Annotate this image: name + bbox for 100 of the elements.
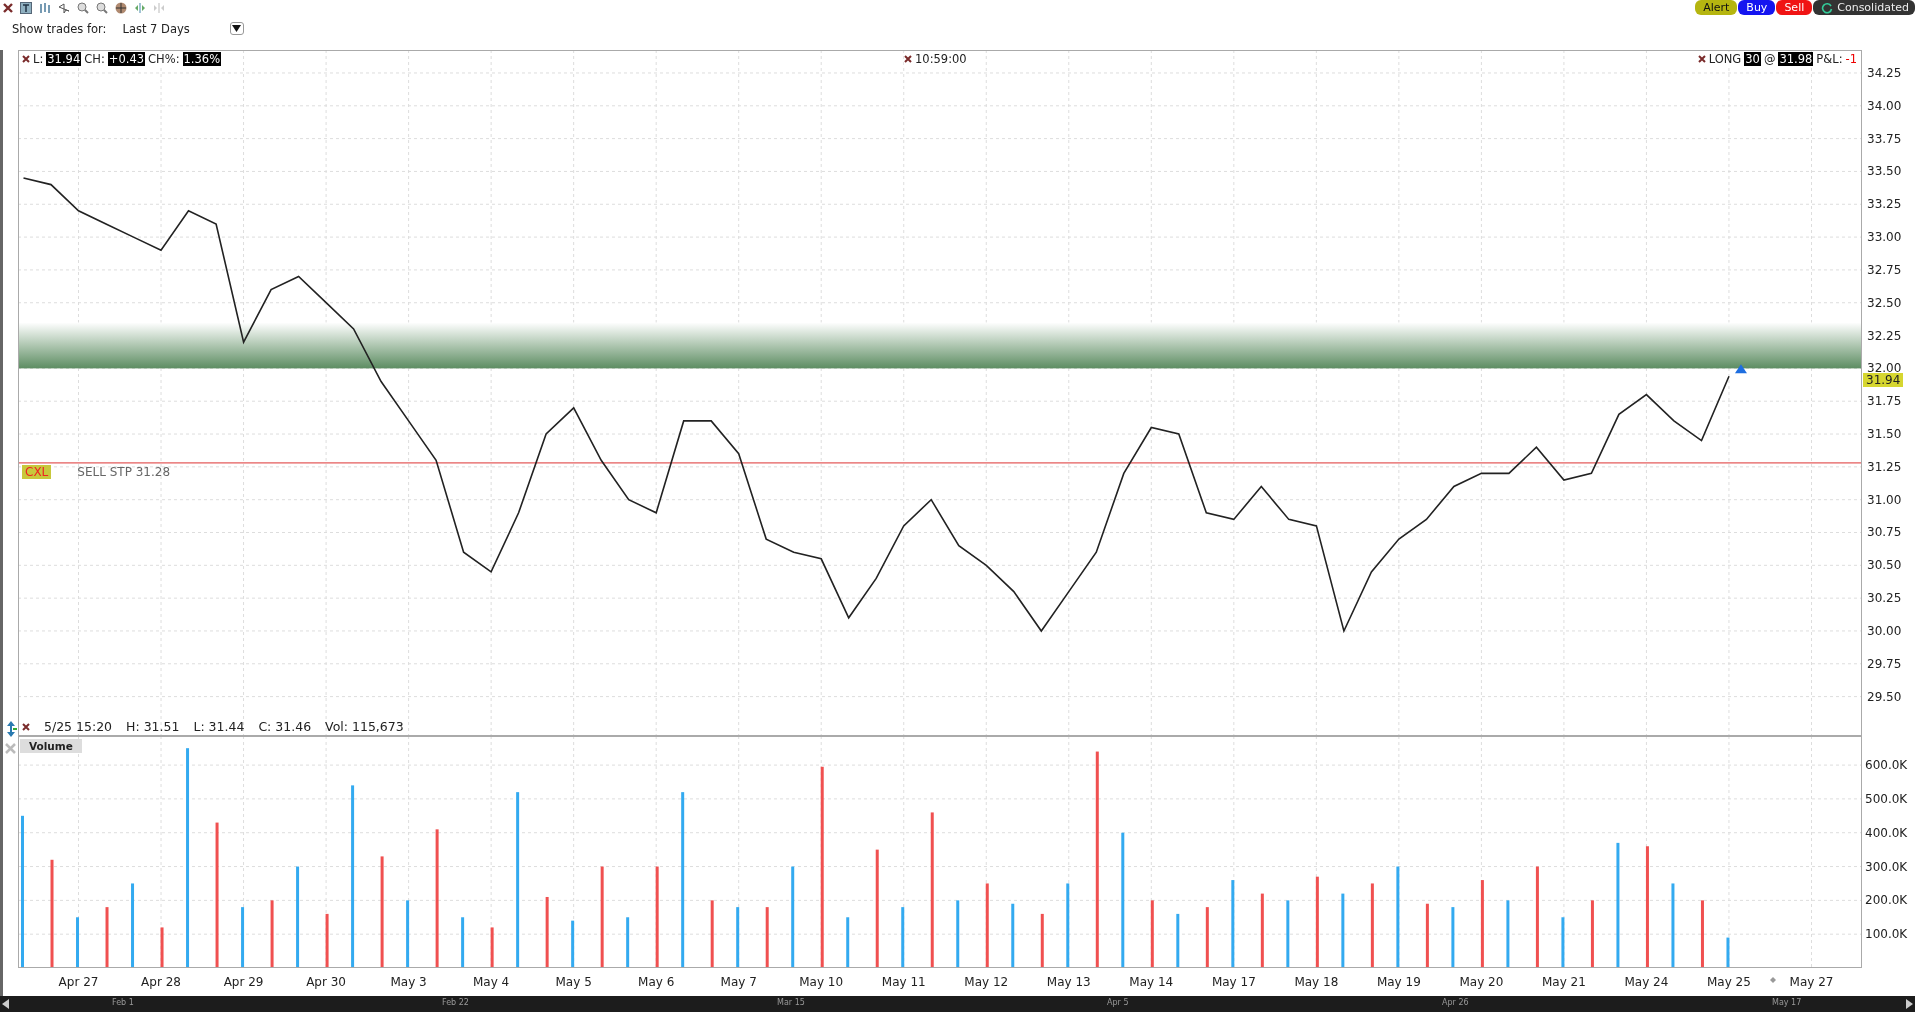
bar-value: C: 31.46 <box>258 719 312 734</box>
date-axis-label: May 11 <box>881 975 926 989</box>
price-axis-label: 33.50 <box>1867 164 1902 179</box>
volume-axis-label: 100.0K <box>1865 927 1908 942</box>
bar-chart-icon[interactable] <box>39 1 51 14</box>
volume-bar <box>626 917 630 968</box>
price-axis-label: 32.50 <box>1867 295 1902 310</box>
volume-bar <box>160 927 164 968</box>
scrollbar-label: May 17 <box>1772 998 1802 1007</box>
price-axis-label: 32.75 <box>1867 262 1902 277</box>
position-side: LONG <box>1708 52 1742 66</box>
volume-bar <box>270 900 274 968</box>
toolbar-button[interactable]: Buy <box>1738 0 1776 15</box>
close-icon[interactable] <box>22 722 30 731</box>
volume-axis-label: 400.0K <box>1865 825 1908 840</box>
date-axis-label: May 7 <box>720 975 757 989</box>
volume-bar <box>1590 900 1594 968</box>
volume-bar <box>710 900 714 968</box>
volume-bar <box>490 927 494 968</box>
volume-bar <box>1726 937 1730 968</box>
date-axis-label: Apr 28 <box>141 975 181 989</box>
crosshair-icon[interactable] <box>115 1 127 14</box>
date-axis-label: May 5 <box>555 975 592 989</box>
volume-bar <box>571 920 575 968</box>
quote-label: CH%: <box>148 52 180 66</box>
date-axis-label: May 21 <box>1541 975 1586 989</box>
scrollbar[interactable]: Feb 1 Feb 22 Mar 15 Apr 5 Apr 26 May 17 <box>0 996 1915 1012</box>
date-axis-label: May 24 <box>1624 975 1669 989</box>
price-axis-label: 33.25 <box>1867 197 1902 212</box>
volume-bar <box>1425 903 1429 968</box>
up-triangle-marker <box>1734 364 1747 374</box>
volume-bar <box>105 907 109 968</box>
date-axis-label: Apr 29 <box>223 975 264 989</box>
close-icon[interactable] <box>904 55 912 63</box>
price-axis-label: 31.25 <box>1867 459 1902 474</box>
quote-value: +0.43 <box>107 52 146 66</box>
volume-bar <box>765 907 769 968</box>
scroll-left-icon[interactable] <box>2 999 10 1009</box>
bar-value: Vol: 115,673 <box>325 719 404 734</box>
volume-bar <box>1205 907 1209 968</box>
caret-icon <box>232 25 242 32</box>
bar-value: H: 31.51 <box>126 719 180 734</box>
volume-bar <box>1176 913 1180 968</box>
marker-icon <box>1770 977 1776 983</box>
toolbar-button[interactable]: Consolidated <box>1813 0 1915 15</box>
date-axis-label: May 10 <box>799 975 844 989</box>
volume-axis-label: 600.0K <box>1865 758 1908 773</box>
volume-bar <box>736 907 740 968</box>
zoom-in-icon[interactable] <box>77 1 89 14</box>
close-icon[interactable] <box>1697 55 1706 63</box>
order-label: SELL STP 31.28 <box>77 464 171 479</box>
scrollbar-label: Feb 22 <box>442 998 469 1007</box>
expand-icon[interactable] <box>134 1 146 14</box>
date-axis-label: May 14 <box>1129 975 1174 989</box>
volume-bar <box>901 907 905 968</box>
refresh-icon <box>1821 1 1834 14</box>
price-axis-label: 30.00 <box>1867 623 1902 638</box>
volume-axis-label: 200.0K <box>1865 893 1908 908</box>
bar-value: L: 31.44 <box>193 719 245 734</box>
scrollbar-label: Feb 1 <box>112 998 134 1007</box>
date-axis-label: May 20 <box>1459 975 1504 989</box>
price-axis-label: 31.75 <box>1867 394 1902 409</box>
bar-time: 5/25 15:20 <box>44 719 113 734</box>
time-label: 10:59:00 <box>915 52 967 66</box>
volume-bar <box>241 907 245 968</box>
toolbar-button[interactable]: Alert <box>1695 0 1738 15</box>
toolbar-button[interactable]: Sell <box>1776 0 1813 15</box>
pnl-label: P&L: <box>1816 52 1843 66</box>
volume-axis-label: 500.0K <box>1865 791 1908 806</box>
volume-bar <box>461 917 465 968</box>
volume-bar <box>956 900 960 968</box>
volume-axis-label: 300.0K <box>1865 859 1908 874</box>
close-icon[interactable] <box>3 2 13 13</box>
period-value: Last 7 Days <box>122 22 190 36</box>
volume-bar <box>1506 900 1510 968</box>
volume-bar <box>1561 917 1565 968</box>
date-axis-label: May 4 <box>473 975 510 989</box>
date-axis-label: May 6 <box>638 975 675 989</box>
text-tool-icon[interactable] <box>20 1 32 14</box>
zoom-out-icon[interactable] <box>96 1 108 14</box>
scrollbar-label: Apr 5 <box>1107 998 1129 1007</box>
scroll-right-icon[interactable] <box>1905 999 1913 1009</box>
position-qty: 30 <box>1744 52 1761 66</box>
date-axis-label: May 3 <box>390 975 427 989</box>
dropdown-button[interactable] <box>229 22 244 35</box>
quote-label: L: <box>33 52 44 66</box>
price-axis-label: 33.75 <box>1867 131 1902 146</box>
date-axis-label: May 19 <box>1376 975 1421 989</box>
volume-bar <box>846 917 850 968</box>
volume-bar <box>1286 900 1290 968</box>
volume-title: Volume <box>20 739 82 753</box>
date-axis-label: May 13 <box>1046 975 1091 989</box>
date-axis-label: May 25 <box>1707 975 1751 989</box>
price-axis-label: 32.00 <box>1867 361 1902 376</box>
resize-icon[interactable] <box>5 721 17 737</box>
date-axis-label: May 27 <box>1789 975 1834 989</box>
cursor-icon[interactable] <box>58 1 70 14</box>
close-icon[interactable] <box>22 55 30 63</box>
date-axis-label: Apr 27 <box>58 975 99 989</box>
date-axis-label: May 17 <box>1211 975 1256 989</box>
